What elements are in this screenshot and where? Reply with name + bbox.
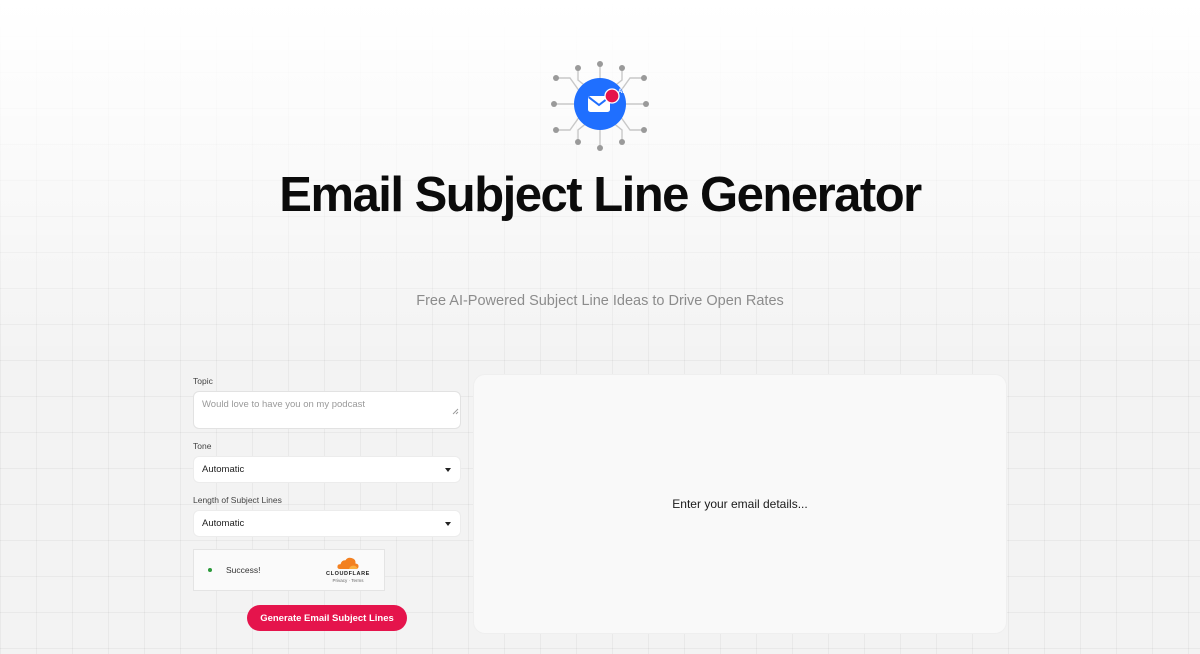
resize-grip-icon[interactable] [451, 407, 459, 415]
tone-label: Tone [193, 441, 212, 451]
output-placeholder: Enter your email details... [672, 497, 808, 511]
captcha-widget[interactable]: Success! CLOUDFLARE Privacy · Terms [193, 549, 385, 591]
captcha-status: Success! [226, 565, 261, 575]
cloudflare-wordmark: CLOUDFLARE [326, 571, 370, 577]
app-logo: AI [550, 58, 650, 154]
cloudflare-cloud-icon [337, 557, 359, 569]
success-check-icon [208, 568, 212, 572]
cloudflare-brand: CLOUDFLARE Privacy · Terms [322, 556, 374, 583]
topic-label: Topic [193, 376, 213, 386]
captcha-links[interactable]: Privacy · Terms [322, 578, 374, 583]
output-panel: Enter your email details... [473, 374, 1007, 634]
logo-badge-label: AI [618, 89, 624, 95]
topic-field-wrap [193, 391, 461, 429]
generate-button[interactable]: Generate Email Subject Lines [247, 605, 407, 631]
length-select[interactable]: Automatic [193, 510, 461, 537]
length-label: Length of Subject Lines [193, 495, 282, 505]
tone-select[interactable]: Automatic [193, 456, 461, 483]
generator-form: Topic Tone Automatic Length of Subject L… [193, 376, 461, 631]
tone-select-value: Automatic [202, 464, 245, 475]
caret-down-icon [445, 522, 451, 526]
length-select-value: Automatic [202, 518, 245, 529]
topic-input[interactable] [193, 391, 461, 429]
circuit-mail-icon [551, 61, 649, 151]
page-subtitle: Free AI-Powered Subject Line Ideas to Dr… [416, 293, 784, 309]
caret-down-icon [445, 468, 451, 472]
page-title: Email Subject Line Generator [279, 168, 922, 222]
